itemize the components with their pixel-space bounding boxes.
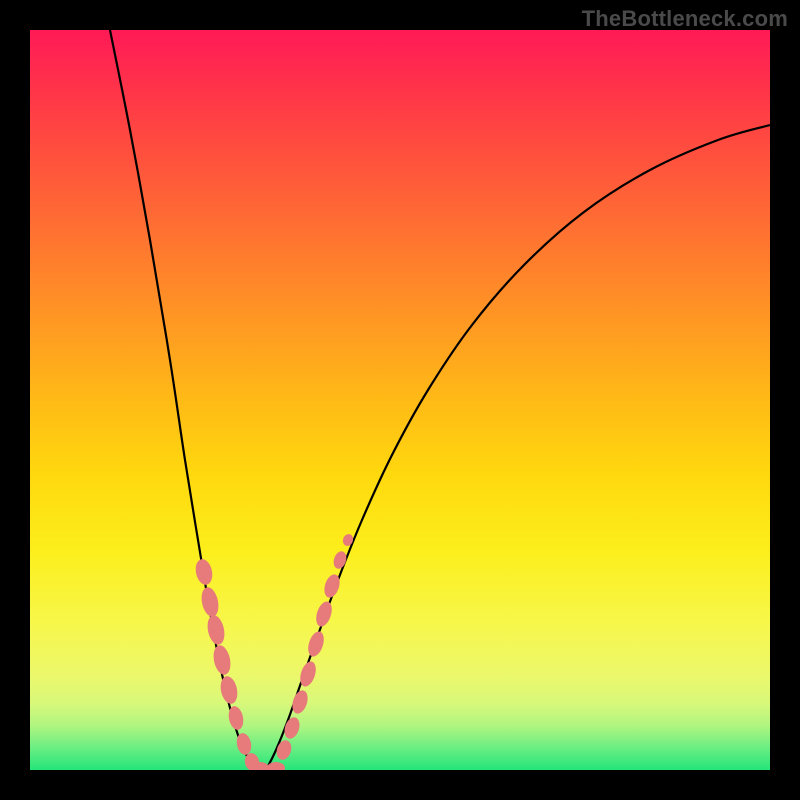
bead-cluster (193, 533, 354, 770)
bead-marker (193, 558, 214, 587)
bead-marker (199, 586, 221, 619)
watermark-text: TheBottleneck.com (582, 6, 788, 32)
bead-marker (313, 599, 334, 628)
bead-marker (305, 629, 326, 658)
curve-layer (30, 30, 770, 770)
bead-marker (290, 688, 311, 715)
bead-marker (205, 614, 227, 647)
plot-area (30, 30, 770, 770)
chart-frame: TheBottleneck.com (0, 0, 800, 800)
curve-left-limb (110, 30, 258, 770)
bead-marker (218, 675, 239, 706)
bead-marker (211, 644, 233, 677)
bead-marker (282, 715, 302, 740)
bead-marker (274, 738, 293, 761)
curve-right-limb (266, 125, 770, 770)
bead-marker (332, 550, 349, 571)
